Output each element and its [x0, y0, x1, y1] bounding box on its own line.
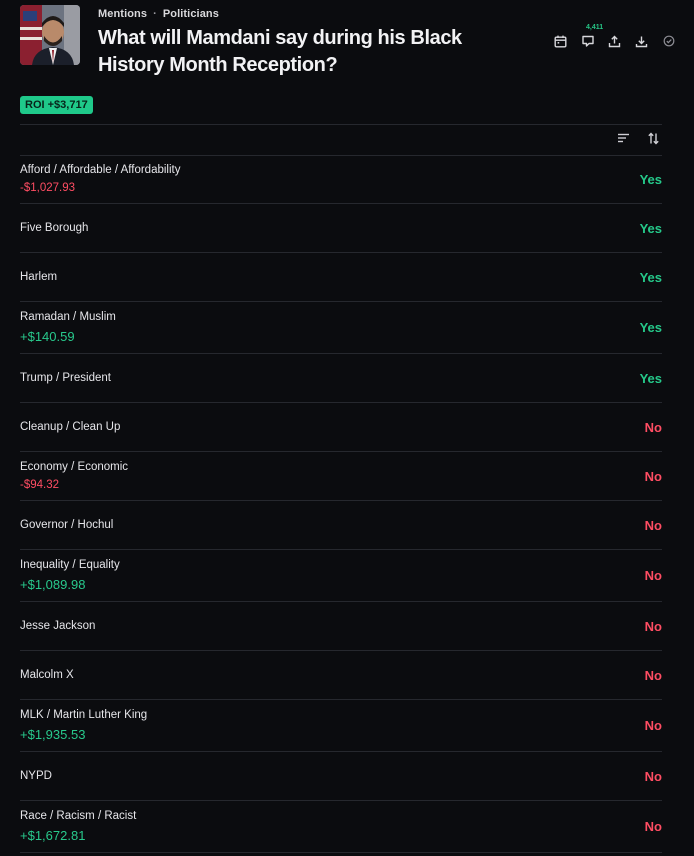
- header-actions: 4,411: [547, 24, 682, 52]
- market-result: Yes: [639, 171, 662, 187]
- market-label: Cleanup / Clean Up: [20, 421, 121, 433]
- market-row[interactable]: Afford / Affordable / Affordability -$1,0…: [20, 155, 662, 204]
- market-row[interactable]: NYPD No: [20, 752, 662, 801]
- market-pnl: +$1,672.81: [20, 828, 86, 843]
- market-info: Harlem: [20, 271, 57, 283]
- market-row[interactable]: MLK / Martin Luther King +$1,935.53 No: [20, 700, 662, 752]
- market-page: Mentions · Politicians What will Mamdani s…: [0, 0, 694, 856]
- market-label: Inequality / Equality: [20, 559, 120, 571]
- market-row[interactable]: Cleanup / Clean Up No: [20, 403, 662, 452]
- market-row[interactable]: Harlem Yes: [20, 253, 662, 302]
- market-info: Afford / Affordable / Affordability -$1,0…: [20, 164, 180, 194]
- market-info: NYPD: [20, 770, 52, 782]
- market-pnl: +$1,935.53: [20, 727, 86, 742]
- market-pnl: +$1,089.98: [20, 577, 86, 592]
- market-label: Harlem: [20, 271, 58, 283]
- check-circle-icon: [663, 35, 674, 47]
- market-label: Five Borough: [20, 222, 89, 234]
- market-result: No: [644, 667, 662, 683]
- market-info: Economy / Economic -$94.32: [20, 461, 128, 491]
- breadcrumb-politicians[interactable]: Politicians: [163, 8, 219, 20]
- market-label: Governor / Hochul: [20, 519, 114, 531]
- filter-lines-icon: [617, 133, 629, 143]
- share-icon: [608, 35, 621, 47]
- market-result: Yes: [639, 320, 662, 335]
- market-row[interactable]: Trump / President Yes: [20, 354, 662, 403]
- market-label: Race / Racism / Racist: [20, 810, 137, 822]
- market-info: Five Borough: [20, 222, 88, 234]
- filter-button[interactable]: [614, 130, 632, 146]
- market-result: Yes: [639, 269, 662, 285]
- download-icon: [635, 36, 648, 47]
- market-info: Malcolm X: [20, 669, 74, 681]
- market-info: Ramadan / Muslim +$140.59: [20, 311, 116, 344]
- market-result: No: [644, 618, 662, 634]
- market-result: No: [644, 718, 662, 733]
- market-info: Race / Racism / Racist +$1,672.81: [20, 810, 136, 843]
- market-result: No: [644, 568, 662, 583]
- market-info: Cleanup / Clean Up: [20, 421, 120, 433]
- comments-button[interactable]: 4,411: [574, 24, 603, 52]
- sort-arrows-icon: [647, 132, 659, 144]
- market-pnl: -$94.32: [20, 479, 60, 491]
- comment-icon: [581, 35, 594, 47]
- market-row[interactable]: Five Borough Yes: [20, 204, 662, 253]
- calendar-icon: [554, 35, 567, 48]
- breadcrumb: Mentions · Politicians: [98, 8, 219, 20]
- market-avatar: [20, 5, 80, 65]
- market-row[interactable]: Race / Racism / Racist +$1,672.81 No: [20, 801, 662, 853]
- market-row[interactable]: Ramadan / Muslim +$140.59 Yes: [20, 302, 662, 354]
- market-label: Ramadan / Muslim: [20, 311, 116, 323]
- page-title: What will Mamdani say during his Black H…: [98, 27, 462, 76]
- market-result: No: [644, 419, 662, 435]
- market-label: Trump / President: [20, 372, 111, 384]
- market-label: Jesse Jackson: [20, 620, 96, 632]
- sort-button[interactable]: [644, 130, 662, 146]
- header-divider: [20, 124, 662, 125]
- market-result: No: [644, 517, 662, 533]
- download-button[interactable]: [628, 30, 655, 52]
- market-result: Yes: [639, 370, 662, 386]
- market-pnl: +$140.59: [20, 329, 75, 344]
- market-row[interactable]: Economy / Economic -$94.32 No: [20, 452, 662, 501]
- market-label: Economy / Economic: [20, 461, 129, 473]
- market-row[interactable]: Inequality / Equality +$1,089.98 No: [20, 550, 662, 602]
- breadcrumb-mentions[interactable]: Mentions: [98, 8, 147, 20]
- market-pnl: -$1,027.93: [20, 182, 75, 194]
- market-result: No: [644, 468, 662, 484]
- resolved-button[interactable]: [655, 30, 682, 52]
- market-result: No: [644, 819, 662, 834]
- roi-badge: ROI +$3,717: [20, 96, 93, 114]
- list-tools: [614, 130, 662, 146]
- market-header: Mentions · Politicians What will Mamdani s…: [20, 0, 674, 92]
- market-result: Yes: [639, 220, 662, 236]
- market-info: Trump / President: [20, 372, 111, 384]
- market-row[interactable]: Malcolm X No: [20, 651, 662, 700]
- market-label: Afford / Affordable / Affordability: [20, 164, 181, 176]
- market-label: Malcolm X: [20, 669, 74, 681]
- market-row[interactable]: Jesse Jackson No: [20, 602, 662, 651]
- market-label: MLK / Martin Luther King: [20, 709, 148, 721]
- share-button[interactable]: [601, 30, 628, 52]
- market-info: Jesse Jackson: [20, 620, 95, 632]
- market-row[interactable]: Governor / Hochul No: [20, 501, 662, 550]
- market-info: MLK / Martin Luther King +$1,935.53: [20, 709, 147, 742]
- market-list: Afford / Affordable / Affordability -$1,0…: [20, 155, 662, 853]
- market-result: No: [644, 768, 662, 784]
- breadcrumb-separator: ·: [153, 8, 157, 20]
- market-info: Inequality / Equality +$1,089.98: [20, 559, 120, 592]
- market-label: NYPD: [20, 770, 52, 782]
- calendar-button[interactable]: [547, 30, 574, 52]
- market-info: Governor / Hochul: [20, 519, 113, 531]
